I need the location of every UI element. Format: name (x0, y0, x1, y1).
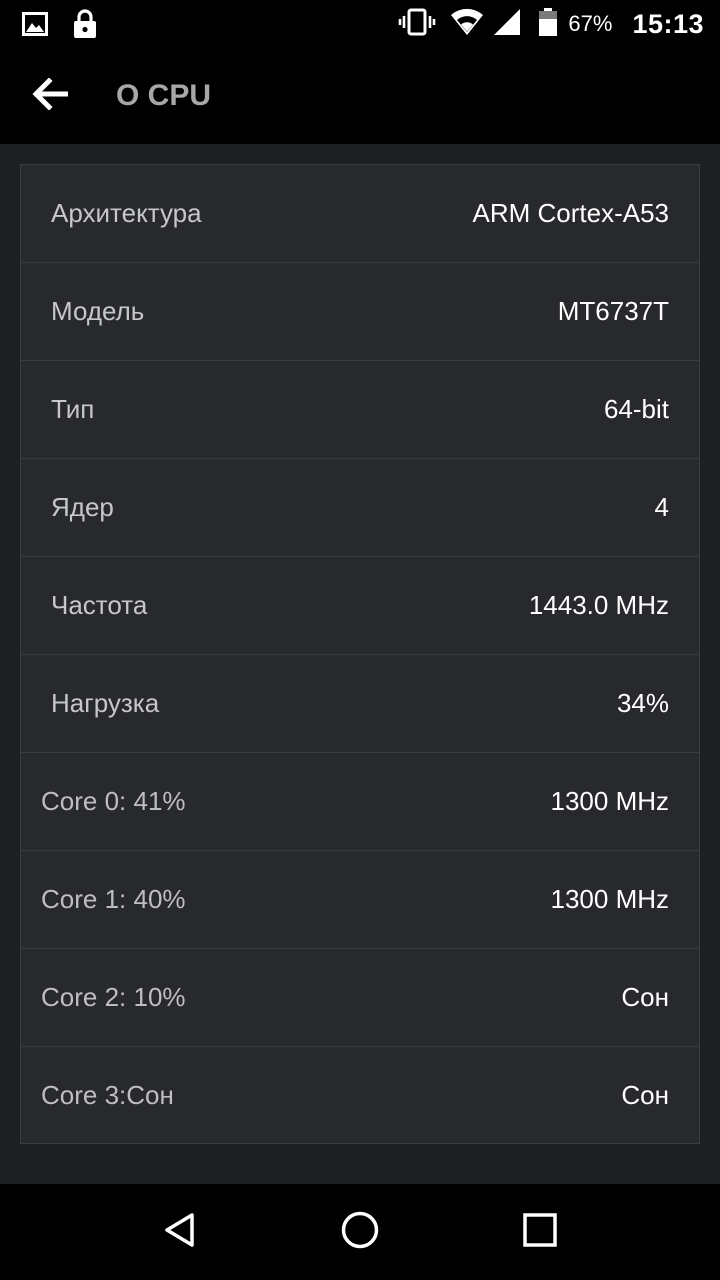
cpu-info-card: Архитектура ARM Cortex-A53 Модель MT6737… (20, 164, 700, 1144)
info-row-core-1: Core 1: 40% 1300 MHz (21, 851, 699, 949)
row-value: ARM Cortex-A53 (472, 198, 670, 228)
status-bar-left (22, 8, 108, 44)
info-row-type: Тип 64-bit (21, 361, 699, 459)
lock-icon (72, 8, 98, 44)
status-bar: 67% 15:13 (0, 0, 720, 48)
app-bar: О CPU (0, 48, 720, 144)
row-value: 64-bit (603, 394, 669, 424)
nav-recents-icon (520, 1210, 560, 1254)
clock: 15:13 (632, 8, 704, 39)
nav-back-icon (160, 1210, 200, 1254)
row-label: Core 0: 41% (41, 786, 186, 816)
row-value: 34% (616, 688, 669, 718)
row-label: Модель (51, 296, 145, 326)
wifi-icon (450, 7, 484, 41)
image-icon (22, 9, 48, 43)
row-label: Нагрузка (51, 688, 160, 718)
arrow-back-icon (32, 77, 69, 114)
status-bar-right: 67% 15:13 (398, 0, 704, 48)
row-value: Сон (621, 982, 669, 1012)
row-label: Архитектура (51, 198, 202, 228)
info-row-cores: Ядер 4 (21, 459, 699, 557)
info-row-load: Нагрузка 34% (21, 655, 699, 753)
nav-home-icon (340, 1210, 380, 1254)
nav-recents-button[interactable] (510, 1202, 570, 1262)
row-value: MT6737T (557, 296, 669, 326)
row-value: Сон (621, 1080, 669, 1110)
row-label: Ядер (51, 492, 114, 522)
row-label: Core 3:Сон (41, 1080, 174, 1110)
nav-home-button[interactable] (330, 1202, 390, 1262)
info-row-core-3: Core 3:Сон Сон (21, 1047, 699, 1144)
row-label: Частота (51, 590, 148, 620)
info-row-model: Модель MT6737T (21, 263, 699, 361)
row-value: 1443.0 MHz (528, 590, 669, 620)
navigation-bar (0, 1184, 720, 1280)
row-value: 1300 MHz (550, 884, 670, 914)
info-row-architecture: Архитектура ARM Cortex-A53 (21, 165, 699, 263)
battery-percent: 67% (568, 11, 613, 36)
row-label: Core 2: 10% (41, 982, 186, 1012)
back-button[interactable] (20, 72, 80, 120)
row-value: 1300 MHz (550, 786, 670, 816)
info-row-frequency: Частота 1443.0 MHz (21, 557, 699, 655)
info-row-core-0: Core 0: 41% 1300 MHz (21, 753, 699, 851)
info-row-core-2: Core 2: 10% Сон (21, 949, 699, 1047)
vibrate-icon (398, 7, 436, 41)
battery-icon (538, 7, 558, 41)
row-value: 4 (654, 492, 669, 522)
signal-icon (492, 7, 522, 41)
row-label: Тип (51, 394, 95, 424)
nav-back-button[interactable] (150, 1202, 210, 1262)
page-title: О CPU (116, 79, 212, 112)
row-label: Core 1: 40% (41, 884, 186, 914)
